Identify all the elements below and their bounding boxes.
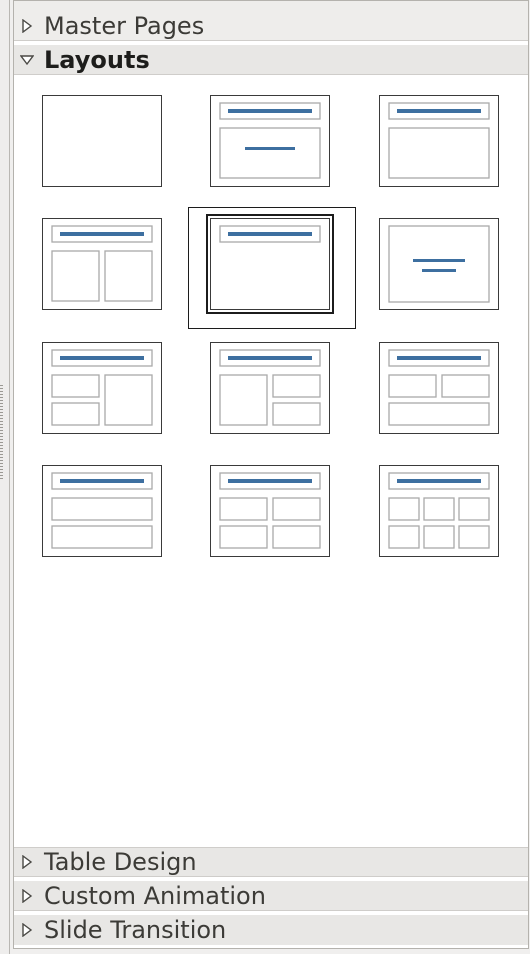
layouts-grid	[14, 77, 528, 845]
panel-splitter[interactable]	[0, 0, 10, 954]
section-custom-animation-header[interactable]: Custom Animation	[14, 881, 528, 911]
layout-title-6-content[interactable]	[379, 465, 499, 557]
triangle-down-icon	[20, 53, 44, 67]
section-master-pages-label: Master Pages	[44, 11, 205, 40]
layout-title-2-content-and-content[interactable]	[42, 342, 162, 434]
layout-title-only[interactable]	[206, 214, 334, 314]
panel-top-bar	[14, 1, 528, 11]
triangle-right-icon	[20, 855, 44, 869]
section-layouts-label: Layouts	[44, 45, 150, 74]
triangle-right-icon	[20, 18, 44, 33]
layout-title-slide[interactable]	[210, 95, 330, 187]
section-layouts-header[interactable]: Layouts	[14, 45, 528, 75]
layout-title-content[interactable]	[379, 95, 499, 187]
layout-title-2-content-over-content[interactable]	[379, 342, 499, 434]
section-table-design-label: Table Design	[44, 848, 197, 876]
layout-centered-text[interactable]	[379, 218, 499, 310]
triangle-right-icon	[20, 923, 44, 937]
layout-blank-slide[interactable]	[42, 95, 162, 187]
section-table-design-header[interactable]: Table Design	[14, 847, 528, 877]
section-master-pages-header[interactable]: Master Pages	[14, 11, 528, 41]
layout-title-2-content[interactable]	[42, 218, 162, 310]
layout-title-content-and-2-content[interactable]	[210, 342, 330, 434]
section-slide-transition-label: Slide Transition	[44, 916, 227, 944]
layout-title-content-over-content[interactable]	[42, 465, 162, 557]
tasks-panel: Master Pages Layouts Table Design Custom…	[13, 0, 529, 949]
layout-title-4-content[interactable]	[210, 465, 330, 557]
section-custom-animation-label: Custom Animation	[44, 881, 266, 910]
splitter-grip[interactable]	[0, 385, 3, 480]
triangle-right-icon	[20, 888, 44, 903]
section-slide-transition-header[interactable]: Slide Transition	[14, 915, 528, 945]
